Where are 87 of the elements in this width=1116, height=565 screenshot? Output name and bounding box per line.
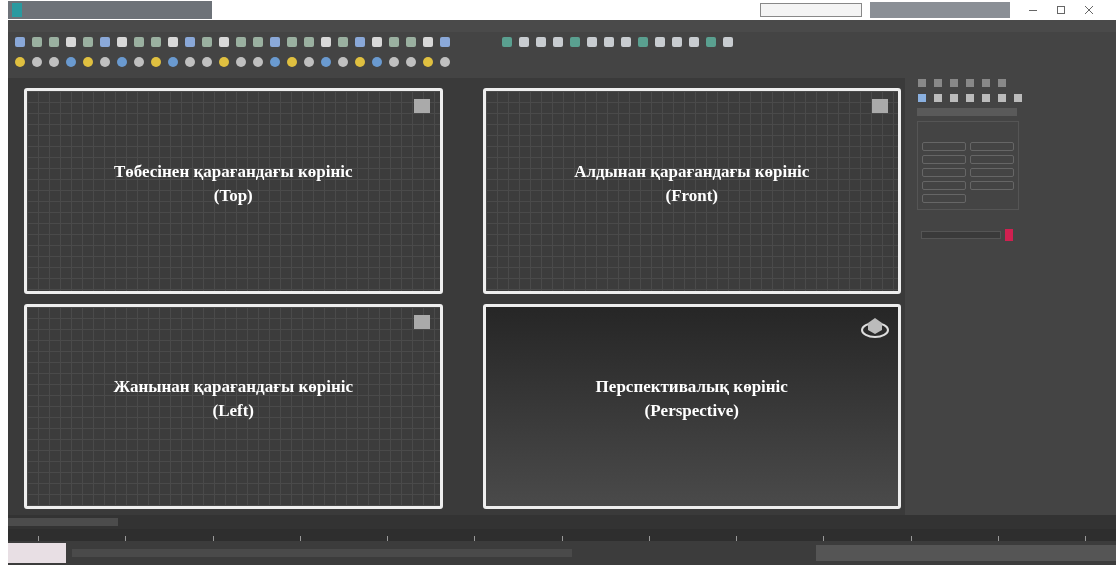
tool-icon[interactable]: [422, 36, 434, 48]
tool-icon[interactable]: [14, 36, 26, 48]
tool-icon[interactable]: [65, 36, 77, 48]
tool-icon[interactable]: [637, 36, 649, 48]
view-cube-icon[interactable]: [411, 97, 432, 115]
tool-icon[interactable]: [116, 56, 128, 68]
tool-icon[interactable]: [388, 56, 400, 68]
tool-icon[interactable]: [439, 56, 451, 68]
viewport-label: (Perspective): [644, 400, 739, 423]
close-icon[interactable]: [1084, 5, 1094, 15]
tool-icon[interactable]: [48, 56, 60, 68]
tool-icon[interactable]: [337, 36, 349, 48]
tool-icon[interactable]: [501, 36, 513, 48]
tool-icon[interactable]: [422, 56, 434, 68]
maximize-icon[interactable]: [1056, 5, 1066, 15]
script-listener-field[interactable]: [8, 543, 66, 563]
tool-icon[interactable]: [371, 36, 383, 48]
viewport[interactable]: Төбесінен қарағандағы көрініс (Top): [24, 88, 443, 294]
tool-icon[interactable]: [654, 36, 666, 48]
tool-icon[interactable]: [184, 56, 196, 68]
tool-icon[interactable]: [48, 36, 60, 48]
tool-icon[interactable]: [535, 36, 547, 48]
tool-icon[interactable]: [201, 36, 213, 48]
tool-icon[interactable]: [31, 36, 43, 48]
tool-icon[interactable]: [569, 36, 581, 48]
tool-icon[interactable]: [552, 36, 564, 48]
tool-icon[interactable]: [65, 56, 77, 68]
viewport-caption: Жанынан қарағандағы көрініс: [113, 376, 353, 399]
tool-icon[interactable]: [722, 36, 734, 48]
tool-icon[interactable]: [337, 56, 349, 68]
viewport-label: (Left): [212, 400, 254, 423]
tool-icon[interactable]: [235, 36, 247, 48]
tool-icon[interactable]: [133, 36, 145, 48]
tool-icon[interactable]: [586, 36, 598, 48]
tool-icon[interactable]: [31, 56, 43, 68]
name-field[interactable]: [921, 231, 1001, 239]
viewport-label: (Front): [665, 184, 719, 207]
tool-icon[interactable]: [603, 36, 615, 48]
view-cube-icon[interactable]: [870, 97, 890, 115]
tool-icon[interactable]: [620, 36, 632, 48]
tool-icon[interactable]: [354, 56, 366, 68]
perspective-viewport[interactable]: Перспективалық көрініс (Perspective): [482, 303, 901, 509]
tool-icon[interactable]: [388, 36, 400, 48]
tool-icon[interactable]: [99, 56, 111, 68]
tool-icon[interactable]: [354, 36, 366, 48]
tool-icon[interactable]: [14, 56, 26, 68]
tool-icon[interactable]: [303, 36, 315, 48]
tool-icon[interactable]: [167, 36, 179, 48]
tool-icon[interactable]: [201, 56, 213, 68]
tool-icon[interactable]: [518, 36, 530, 48]
color-swatch[interactable]: [1005, 229, 1013, 241]
tool-icon[interactable]: [286, 36, 298, 48]
tool-icon[interactable]: [671, 36, 683, 48]
view-cube-icon[interactable]: [411, 312, 432, 331]
viewport-caption: Перспективалық көрініс: [595, 376, 788, 399]
tool-icon[interactable]: [269, 56, 281, 68]
viewport[interactable]: Алдынан қарағандағы көрініс (Front): [482, 88, 901, 294]
tool-icon[interactable]: [320, 56, 332, 68]
tool-icon[interactable]: [82, 56, 94, 68]
tool-icon[interactable]: [218, 56, 230, 68]
tool-icon[interactable]: [705, 36, 717, 48]
tool-icon[interactable]: [320, 36, 332, 48]
tool-icon[interactable]: [269, 36, 281, 48]
tool-icon[interactable]: [235, 56, 247, 68]
tool-icon[interactable]: [167, 56, 179, 68]
tool-icon[interactable]: [439, 36, 451, 48]
tool-icon[interactable]: [133, 56, 145, 68]
tool-icon[interactable]: [116, 36, 128, 48]
tool-icon[interactable]: [688, 36, 700, 48]
tool-icon[interactable]: [218, 36, 230, 48]
tool-icon[interactable]: [99, 36, 111, 48]
tool-icon[interactable]: [405, 56, 417, 68]
viewport[interactable]: Жанынан қарағандағы көрініс (Left): [24, 303, 443, 509]
tool-icon[interactable]: [184, 36, 196, 48]
tool-icon[interactable]: [82, 36, 94, 48]
viewport-caption: Төбесінен қарағандағы көрініс: [113, 160, 353, 183]
viewport-label: (Top): [213, 184, 253, 207]
tool-icon[interactable]: [150, 36, 162, 48]
tool-icon[interactable]: [252, 36, 264, 48]
tool-icon[interactable]: [286, 56, 298, 68]
tool-icon[interactable]: [405, 36, 417, 48]
tool-icon[interactable]: [303, 56, 315, 68]
search-field[interactable]: [760, 3, 862, 17]
tool-icon[interactable]: [371, 56, 383, 68]
tool-icon[interactable]: [150, 56, 162, 68]
tool-icon[interactable]: [252, 56, 264, 68]
viewport-caption: Алдынан қарағандағы көрініс: [574, 160, 810, 183]
